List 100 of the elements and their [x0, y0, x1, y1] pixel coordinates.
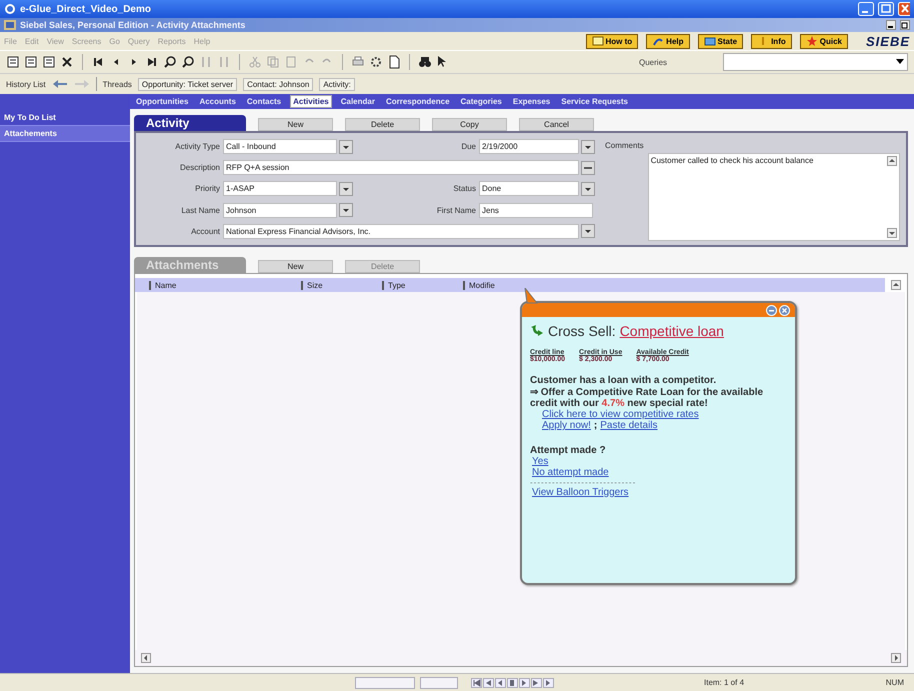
quick-button[interactable]: State [698, 34, 744, 48]
message-text: ⇒ Offer a Competitive Rate Loan for the available [530, 386, 764, 398]
close-icon[interactable] [779, 304, 790, 316]
delete-icon[interactable] [60, 55, 74, 69]
text-field[interactable]: RFP Q+A session [223, 160, 579, 176]
page-field[interactable] [420, 676, 458, 688]
minimize-icon[interactable] [886, 20, 896, 30]
navigation-icon[interactable] [507, 678, 518, 688]
navigation-icon[interactable] [483, 678, 494, 688]
search-icon[interactable] [163, 55, 177, 69]
close-icon[interactable] [898, 2, 910, 16]
field-label: Description [178, 163, 220, 172]
thread-item[interactable]: Opportunity: Ticket server [138, 78, 238, 90]
dropdown-button-icon[interactable] [339, 203, 353, 218]
attempt-option-link[interactable]: No attempt made [530, 467, 787, 478]
new-record-icon[interactable] [24, 55, 38, 69]
star-icon [806, 36, 818, 46]
column-header[interactable]: Size [301, 280, 382, 290]
apply-now-link[interactable]: Apply now! [542, 420, 591, 431]
scroll-up-icon[interactable] [891, 280, 901, 290]
column-header[interactable]: Type [382, 280, 463, 290]
dropdown-field[interactable]: National Express Financial Advisors, Inc. [223, 224, 579, 239]
quick-button[interactable]: Info [751, 34, 792, 48]
comments-field[interactable]: Customer called to check his account balance [648, 153, 900, 241]
arrows-icon [530, 324, 544, 338]
record-field[interactable] [355, 676, 415, 688]
sidebar-item[interactable]: My To Do List [0, 110, 130, 125]
dropdown-button-icon[interactable] [581, 182, 595, 196]
applet-button[interactable]: New [258, 118, 333, 131]
applet-button[interactable]: Copy [432, 118, 507, 131]
dropdown-button-icon[interactable] [581, 140, 595, 154]
field-label: First Name [436, 206, 476, 215]
first-record-icon[interactable] [91, 55, 105, 69]
dropdown-field[interactable]: Call - Inbound [223, 139, 337, 154]
scroll-up-icon[interactable] [887, 156, 897, 166]
window-title: e-Glue_Direct_Video_Demo [20, 4, 151, 14]
paste-details-link[interactable]: Paste details [600, 420, 658, 431]
new-record-icon[interactable] [6, 55, 20, 69]
navigation-icon[interactable] [519, 678, 530, 688]
search-icon[interactable] [181, 55, 195, 69]
scroll-right-icon[interactable] [891, 653, 901, 663]
applet-button[interactable]: Delete [345, 118, 420, 131]
quick-button[interactable]: How to [586, 34, 638, 48]
balloon-title: Cross Sell: [548, 323, 616, 339]
scroll-left-icon[interactable] [141, 653, 151, 663]
scroll-down-icon[interactable] [887, 228, 897, 238]
dropdown-button-icon[interactable] [581, 224, 595, 238]
applet-button[interactable]: Cancel [519, 118, 594, 131]
separator-text: ; [594, 420, 598, 431]
quick-button[interactable]: Quick [800, 34, 848, 48]
attempt-option-link[interactable]: Yes [530, 456, 787, 467]
back-arrow-icon[interactable] [52, 79, 68, 89]
column-header[interactable]: Name [149, 280, 301, 290]
screen-tab[interactable]: Calendar [338, 96, 377, 107]
message-text: Customer has a loan with a competitor. [530, 375, 718, 386]
dropdown-button-icon[interactable] [339, 182, 353, 196]
sidebar-item[interactable]: Attachements [0, 125, 130, 142]
dropdown-field[interactable]: Done [479, 181, 579, 196]
restore-icon[interactable] [900, 20, 910, 30]
screen-tab[interactable]: Activities [290, 95, 332, 108]
app-icon [4, 3, 16, 15]
navigation-icon[interactable] [531, 678, 542, 688]
screen-tab[interactable]: Contacts [244, 96, 284, 107]
screen-tab[interactable]: Opportunities [134, 96, 190, 107]
binoculars-icon[interactable] [418, 55, 432, 69]
quick-button[interactable]: Help [646, 34, 690, 48]
competitive-loan-link[interactable]: Competitive loan [620, 323, 724, 339]
maximize-icon[interactable] [878, 2, 894, 16]
screen-tab[interactable]: Service Requests [559, 96, 630, 107]
dropdown-field[interactable]: Johnson [223, 202, 337, 218]
dropdown-field[interactable]: 2/19/2000 [479, 139, 579, 154]
save-record-icon[interactable] [42, 55, 56, 69]
screen-tab[interactable]: Categories [458, 96, 504, 107]
comments-text: Customer called to check his account balance [650, 156, 814, 167]
thread-item[interactable]: Contact: Johnson [243, 78, 314, 90]
dropdown-button-icon[interactable] [339, 140, 353, 154]
text-field[interactable]: Jens [479, 202, 593, 218]
navigation-icon[interactable] [495, 678, 506, 688]
navigation-icon[interactable] [471, 678, 482, 688]
offer-text: credit with our 4.7% new special rate! [530, 398, 709, 409]
history-list-button[interactable]: History List [6, 80, 46, 88]
thread-item[interactable]: Activity: [319, 78, 355, 90]
applet-tab[interactable]: Activity [134, 115, 246, 131]
field-label: Due [460, 142, 476, 152]
rates-link[interactable]: Click here to view competitive rates [542, 409, 787, 420]
applet-button[interactable]: New [258, 260, 333, 273]
screen-tab[interactable]: Accounts [197, 96, 238, 107]
balloon-triggers-link[interactable]: View Balloon Triggers [530, 487, 787, 498]
dropdown-field[interactable]: 1-ASAP [223, 181, 337, 196]
app-icon [4, 20, 16, 30]
field-label: Comments [605, 140, 644, 152]
queries-label: Queries [639, 58, 668, 66]
document-icon[interactable] [387, 55, 401, 69]
field-label: Account [190, 226, 220, 236]
attempt-label: Attempt made ? [530, 445, 607, 456]
screen-tab[interactable]: Expenses [510, 96, 552, 107]
expand-button-icon[interactable] [581, 160, 595, 175]
navigation-icon[interactable] [543, 678, 554, 688]
screen-tab[interactable]: Correspondence [384, 96, 452, 107]
last-record-icon[interactable] [145, 55, 159, 69]
